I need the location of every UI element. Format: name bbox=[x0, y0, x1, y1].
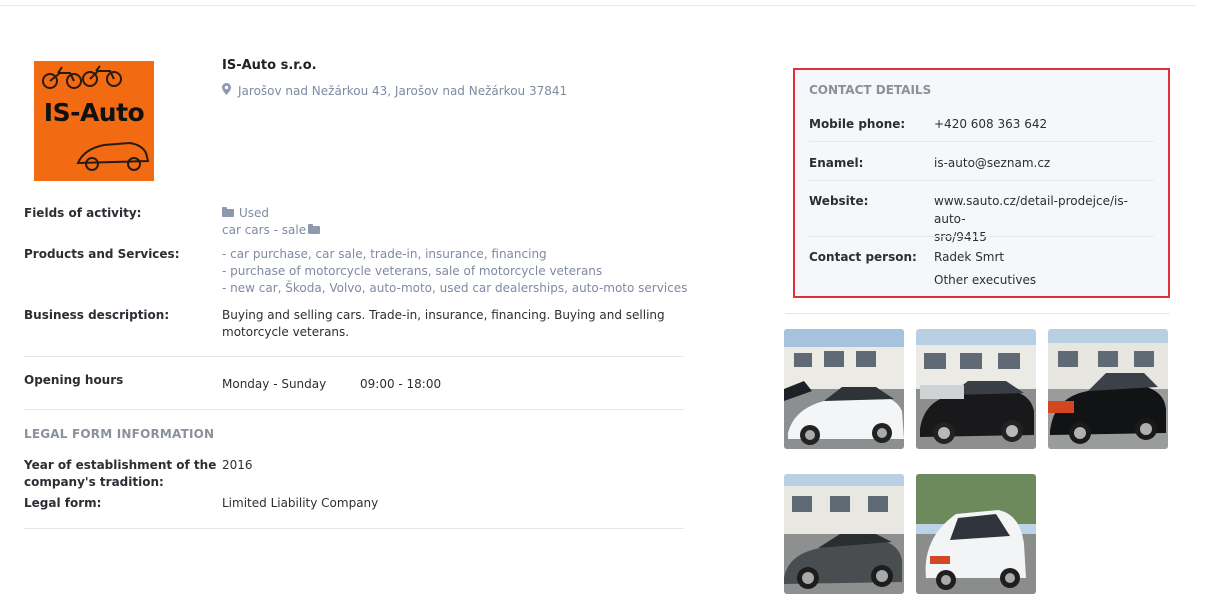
phone-value[interactable]: +420 608 363 642 bbox=[934, 115, 1154, 133]
products-label: Products and Services: bbox=[24, 247, 180, 261]
logo-text: IS-Auto bbox=[43, 98, 145, 127]
contact-separator bbox=[809, 236, 1154, 237]
products-item[interactable]: - purchase of motorcycle veterans, sale … bbox=[222, 263, 687, 280]
company-address: Jarošov nad Nežárkou 43, Jarošov nad Než… bbox=[222, 83, 567, 98]
opening-hours-label: Opening hours bbox=[24, 373, 124, 387]
divider bbox=[24, 528, 684, 529]
divider bbox=[24, 409, 684, 410]
fields-link-car-sale[interactable]: car cars - sale bbox=[222, 223, 306, 237]
opening-hours-time: 09:00 - 18:00 bbox=[360, 377, 442, 391]
legal-form-label: Legal form: bbox=[24, 496, 102, 510]
fields-link-used[interactable]: Used bbox=[239, 206, 269, 220]
contact-separator bbox=[809, 180, 1154, 181]
contact-person-name: Radek Smrt bbox=[934, 250, 1005, 264]
contact-title: CONTACT DETAILS bbox=[809, 83, 932, 97]
business-label: Business description: bbox=[24, 308, 170, 322]
folder-icon bbox=[222, 207, 234, 217]
opening-hours-days: Monday - Sunday bbox=[222, 377, 327, 391]
photo-thumbnail[interactable] bbox=[784, 474, 904, 594]
photo-thumbnail[interactable] bbox=[784, 329, 904, 449]
website-line[interactable]: sro/9415 bbox=[934, 228, 1154, 246]
website-label: Website: bbox=[809, 194, 869, 208]
business-line: Buying and selling cars. Trade-in, insur… bbox=[222, 308, 665, 322]
year-label-line: company's tradition: bbox=[24, 475, 164, 489]
phone-label: Mobile phone: bbox=[809, 117, 906, 131]
company-logo: IS-Auto bbox=[34, 61, 154, 181]
products-item[interactable]: - new car, Škoda, Volvo, auto-moto, used… bbox=[222, 280, 687, 297]
contact-person-value: Radek Smrt Other executives bbox=[934, 248, 1154, 289]
top-divider bbox=[0, 5, 1196, 6]
contact-separator bbox=[809, 141, 1154, 142]
contact-person-label: Contact person: bbox=[809, 250, 917, 264]
year-label: Year of establishment of the company's t… bbox=[24, 457, 216, 491]
year-value: 2016 bbox=[222, 458, 253, 472]
fields-label: Fields of activity: bbox=[24, 206, 142, 220]
other-executives-link[interactable]: Other executives bbox=[934, 271, 1154, 289]
website-value[interactable]: www.sauto.cz/detail-prodejce/is-auto- sr… bbox=[934, 192, 1154, 246]
divider bbox=[24, 356, 684, 357]
legal-section-title: LEGAL FORM INFORMATION bbox=[24, 427, 215, 441]
photo-thumbnail[interactable] bbox=[916, 329, 1036, 449]
photo-thumbnail[interactable] bbox=[916, 474, 1036, 594]
fields-value: Used car cars - sale bbox=[222, 205, 325, 239]
email-label: Enamel: bbox=[809, 156, 864, 170]
products-list: - car purchase, car sale, trade-in, insu… bbox=[222, 246, 687, 297]
legal-form-value: Limited Liability Company bbox=[222, 496, 379, 510]
business-line: motorcycle veterans. bbox=[222, 325, 350, 339]
address-text[interactable]: Jarošov nad Nežárkou 43, Jarošov nad Než… bbox=[238, 84, 567, 98]
folder-icon bbox=[308, 224, 321, 234]
business-description: Buying and selling cars. Trade-in, insur… bbox=[222, 307, 665, 341]
company-name: IS-Auto s.r.o. bbox=[222, 58, 317, 73]
website-line[interactable]: www.sauto.cz/detail-prodejce/is-auto- bbox=[934, 192, 1154, 228]
email-value[interactable]: is-auto@seznam.cz bbox=[934, 154, 1154, 172]
products-item[interactable]: - car purchase, car sale, trade-in, insu… bbox=[222, 246, 687, 263]
photo-thumbnail[interactable] bbox=[1048, 329, 1168, 449]
year-label-line: Year of establishment of the bbox=[24, 458, 217, 472]
map-pin-icon bbox=[222, 83, 232, 98]
contact-details-box: CONTACT DETAILS Mobile phone: +420 608 3… bbox=[793, 68, 1170, 298]
contact-divider bbox=[785, 313, 1170, 314]
